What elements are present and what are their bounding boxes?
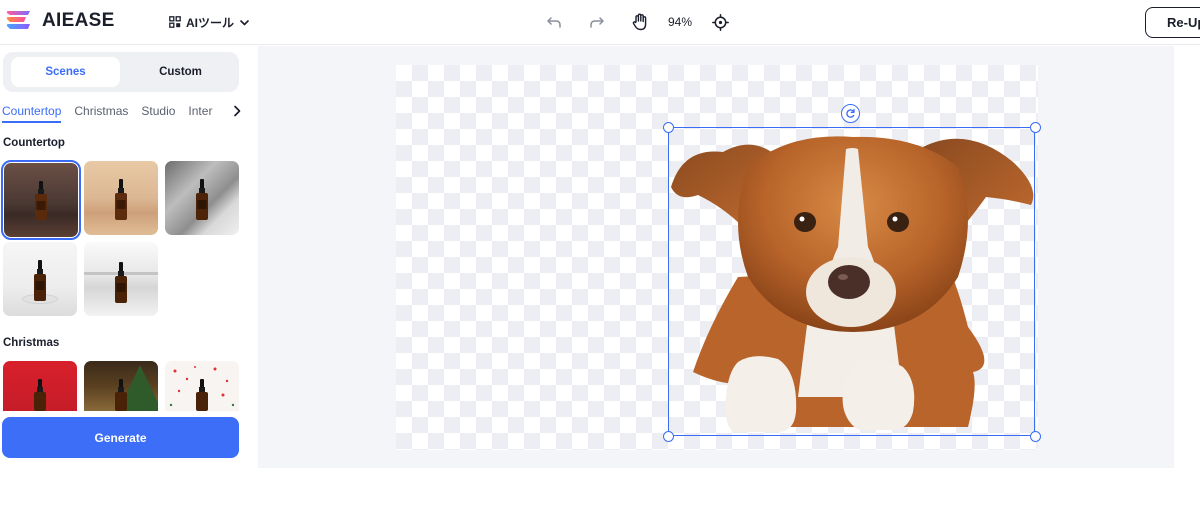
mode-switch: Scenes Custom xyxy=(3,52,239,92)
zoom-level[interactable]: 94% xyxy=(660,15,700,29)
section-title-christmas: Christmas xyxy=(3,337,60,349)
hand-icon xyxy=(632,13,646,31)
scenes-panel: Scenes Custom Countertop Christmas Studi… xyxy=(0,46,258,468)
generate-button[interactable]: Generate xyxy=(2,417,239,458)
redo-button[interactable] xyxy=(583,8,611,36)
rotate-icon xyxy=(846,108,855,118)
bottle-image xyxy=(115,262,127,303)
chevron-down-icon xyxy=(240,19,249,26)
bottle-image xyxy=(196,179,208,220)
scene-thumbnail-christmas-1[interactable] xyxy=(3,361,77,411)
redo-icon xyxy=(590,17,604,28)
locate-icon xyxy=(711,13,729,31)
scene-thumbnail-countertop-1[interactable] xyxy=(1,160,81,240)
scene-thumbnail-christmas-3[interactable] xyxy=(165,361,239,411)
rotate-handle[interactable] xyxy=(841,104,860,123)
scene-thumbnail-countertop-2[interactable] xyxy=(84,161,158,235)
logo[interactable]: AIEASE xyxy=(4,9,115,33)
resize-handle-top-left[interactable] xyxy=(663,122,674,133)
bottle-image xyxy=(35,181,47,220)
resize-handle-top-right[interactable] xyxy=(1030,122,1041,133)
bottle-image xyxy=(34,379,46,411)
pan-tool-button[interactable] xyxy=(626,8,654,36)
undo-icon xyxy=(547,17,561,28)
resize-handle-bottom-right[interactable] xyxy=(1030,431,1041,442)
bottle-image xyxy=(196,379,208,411)
category-tab-interior[interactable]: Inter xyxy=(188,102,215,118)
scene-thumbnail-countertop-4[interactable] xyxy=(3,242,77,316)
section-title-countertop: Countertop xyxy=(3,137,65,149)
brand-name: AIEASE xyxy=(42,10,115,31)
grid-icon xyxy=(169,16,181,28)
category-tabs: Countertop Christmas Studio Inter xyxy=(2,102,246,128)
editor-workspace[interactable] xyxy=(258,46,1174,468)
transparent-canvas[interactable] xyxy=(396,65,1041,450)
ai-tools-label: AIツール xyxy=(186,15,235,30)
bottle-image xyxy=(115,179,127,220)
aiease-logo-icon xyxy=(6,11,30,29)
undo-button[interactable] xyxy=(540,8,568,36)
canvas-toolbar: 94% xyxy=(540,8,734,36)
category-tab-countertop[interactable]: Countertop xyxy=(2,102,62,123)
ai-tools-menu[interactable]: AIツール xyxy=(169,12,250,32)
category-tab-studio[interactable]: Studio xyxy=(141,102,175,118)
resize-handle-bottom-left[interactable] xyxy=(663,431,674,442)
fit-to-screen-button[interactable] xyxy=(706,8,734,36)
category-tab-christmas[interactable]: Christmas xyxy=(74,102,128,118)
selection-box[interactable] xyxy=(668,127,1035,436)
bottle-image xyxy=(34,260,46,301)
scene-thumbnail-countertop-3[interactable] xyxy=(165,161,239,235)
tab-custom[interactable]: Custom xyxy=(126,57,235,87)
top-bar: AIEASE AIツール 94% Re-U xyxy=(0,0,1200,45)
tab-scenes[interactable]: Scenes xyxy=(11,57,120,87)
scene-thumbnail-christmas-2[interactable] xyxy=(84,361,158,411)
chevron-right-icon[interactable] xyxy=(231,104,243,118)
reupload-button[interactable]: Re-Up xyxy=(1145,7,1200,38)
scene-thumbnail-countertop-5[interactable] xyxy=(84,242,158,316)
bottle-image xyxy=(115,379,127,411)
